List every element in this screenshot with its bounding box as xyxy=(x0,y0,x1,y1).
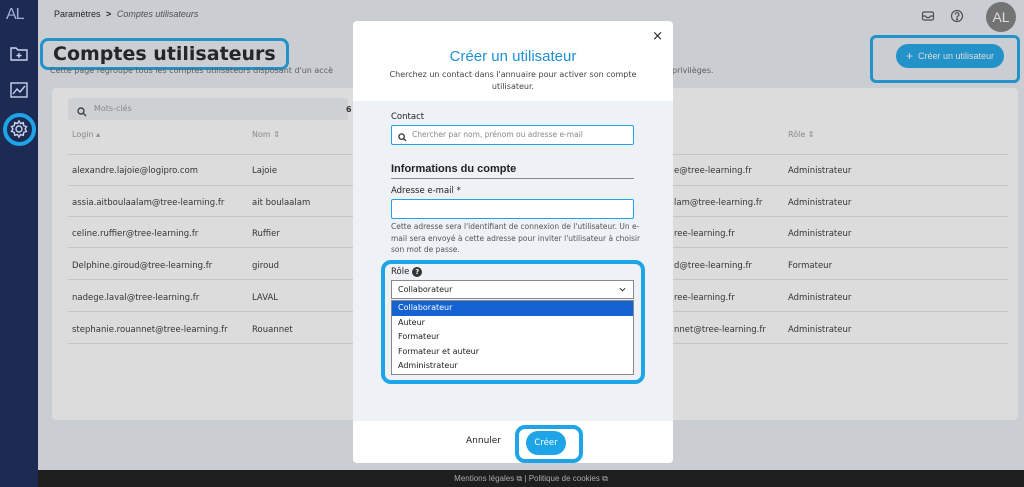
create-button[interactable]: Créer xyxy=(526,431,566,455)
external-link-icon: ⧉ xyxy=(516,474,523,483)
cookies-link[interactable]: Politique de cookies xyxy=(529,474,600,483)
role-option-auteur[interactable]: Auteur xyxy=(392,316,633,331)
help-question-icon[interactable]: ? xyxy=(412,267,423,277)
modal-title: Créer un utilisateur xyxy=(449,48,577,65)
legal-link[interactable]: Mentions légales xyxy=(454,474,514,483)
modal-subtitle: Cherchez un contact dans l'annuaire pour… xyxy=(389,70,637,91)
role-label: Rôle xyxy=(391,267,410,277)
footer: Mentions légales ⧉ | Politique de cookie… xyxy=(38,470,1024,487)
create-user-modal: × Créer un utilisateur Cherchez un conta… xyxy=(353,21,673,463)
email-label: Adresse e-mail * xyxy=(391,186,461,196)
email-help-text: Cette adresse sera l'identifiant de conn… xyxy=(391,222,641,254)
role-option-formateur-et-auteur[interactable]: Formateur et auteur xyxy=(392,345,633,360)
role-label-group: Rôle ? xyxy=(391,267,423,277)
email-input[interactable] xyxy=(391,199,634,219)
account-info-section-title: Informations du compte xyxy=(391,163,634,179)
modal-body: Contact Chercher par nom, prénom ou adre… xyxy=(353,101,673,421)
settings-highlight-ring xyxy=(3,113,36,146)
role-dropdown-list: Collaborateur Auteur Formateur Formateur… xyxy=(391,300,634,375)
sidebar: AL xyxy=(0,0,38,487)
contact-label: Contact xyxy=(391,112,425,122)
app-logo: AL xyxy=(6,6,25,23)
role-option-formateur[interactable]: Formateur xyxy=(392,330,633,345)
cancel-button[interactable]: Annuler xyxy=(466,436,501,446)
chart-icon[interactable] xyxy=(7,79,31,101)
external-link-icon: ⧉ xyxy=(602,474,608,483)
chevron-down-icon xyxy=(619,287,626,292)
contact-placeholder: Chercher par nom, prénom ou adresse e-ma… xyxy=(412,130,583,139)
close-icon[interactable]: × xyxy=(652,29,663,44)
role-select[interactable]: Collaborateur xyxy=(391,280,634,299)
role-selected-value: Collaborateur xyxy=(398,285,453,294)
search-icon xyxy=(398,131,407,142)
role-option-administrateur[interactable]: Administrateur xyxy=(392,359,633,374)
modal-footer: Annuler Créer xyxy=(353,421,673,463)
contact-search-input[interactable]: Chercher par nom, prénom ou adresse e-ma… xyxy=(391,125,634,145)
role-option-collaborateur[interactable]: Collaborateur xyxy=(392,301,633,316)
new-folder-icon[interactable] xyxy=(7,42,31,64)
footer-separator: | xyxy=(524,474,527,483)
